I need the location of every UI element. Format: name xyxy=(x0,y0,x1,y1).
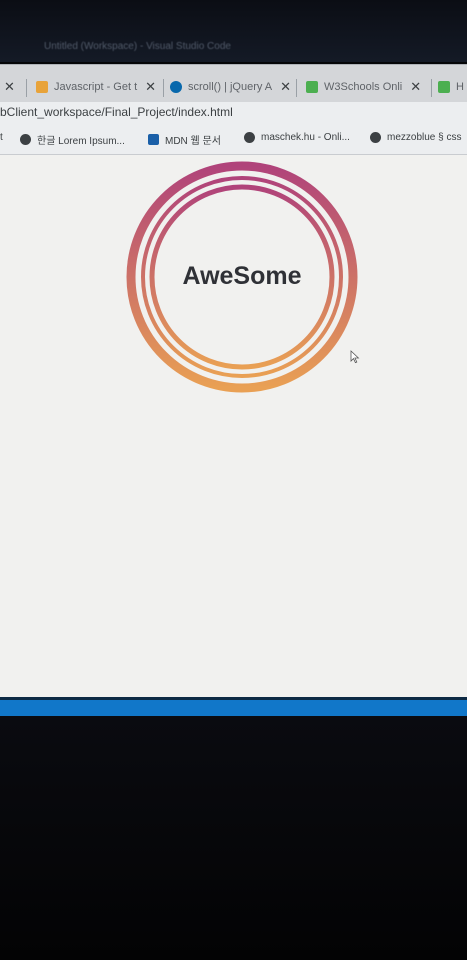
bookmark-label: 한글 Lorem Ipsum... xyxy=(37,136,125,147)
jquery-icon xyxy=(170,81,182,93)
tab-divider xyxy=(296,79,297,97)
pencil-icon xyxy=(36,81,48,93)
close-icon[interactable]: ✕ xyxy=(145,79,156,95)
window-titlebar: Untitled (Workspace) - Visual Studio Cod… xyxy=(0,0,467,62)
tab-w3schools[interactable]: W3Schools Onli ✕ xyxy=(306,73,428,101)
address-bar[interactable]: bClient_workspace/Final_Project/index.ht… xyxy=(0,102,467,124)
w3schools-icon xyxy=(438,81,450,93)
tab-label: H xyxy=(456,81,464,93)
bookmark-lorem-ipsum[interactable]: 한글 Lorem Ipsum... xyxy=(20,132,125,147)
monitor-bezel xyxy=(0,716,467,960)
bookmark-label: mezzoblue § css xyxy=(387,132,462,143)
bookmark-item[interactable]: t xyxy=(0,132,3,143)
mdn-icon xyxy=(148,134,159,145)
tab-partial-left[interactable]: ✕ xyxy=(0,73,20,101)
tab-javascript[interactable]: Javascript - Get t ✕ xyxy=(36,73,160,101)
bookmark-label: t xyxy=(0,132,3,143)
close-icon[interactable]: ✕ xyxy=(280,79,291,95)
mouse-cursor-icon xyxy=(350,350,360,364)
bookmark-mezzoblue[interactable]: mezzoblue § css xyxy=(370,132,461,143)
browser-tab-strip: ✕ Javascript - Get t ✕ scroll() | jQuery… xyxy=(0,64,467,103)
globe-icon xyxy=(20,134,31,145)
w3schools-icon xyxy=(306,81,318,93)
close-icon[interactable]: ✕ xyxy=(4,79,15,95)
window-title: Untitled (Workspace) - Visual Studio Cod… xyxy=(44,41,231,52)
tab-w3schools-2[interactable]: H xyxy=(438,73,467,101)
bookmark-mdn[interactable]: MDN 웹 문서 xyxy=(148,132,221,147)
url-text[interactable]: bClient_workspace/Final_Project/index.ht… xyxy=(0,105,233,119)
tab-divider xyxy=(26,79,27,97)
page-heading: AweSome xyxy=(182,262,302,290)
close-icon[interactable]: ✕ xyxy=(410,79,421,95)
status-bar xyxy=(0,700,467,716)
bookmarks-bar: t 한글 Lorem Ipsum... MDN 웹 문서 maschek.hu … xyxy=(0,124,467,155)
tab-divider xyxy=(163,79,164,97)
bookmark-maschek[interactable]: maschek.hu - Onli... xyxy=(244,132,350,143)
tab-label: Javascript - Get t xyxy=(54,81,138,93)
tab-label: W3Schools Onli xyxy=(324,81,403,93)
globe-icon xyxy=(244,132,255,143)
globe-icon xyxy=(370,132,381,143)
tab-jquery-scroll[interactable]: scroll() | jQuery A ✕ xyxy=(170,73,292,101)
tab-divider xyxy=(431,79,432,97)
bookmark-label: MDN 웹 문서 xyxy=(165,136,221,147)
tab-label: scroll() | jQuery A xyxy=(188,81,273,93)
bookmark-label: maschek.hu - Onli... xyxy=(261,132,350,143)
